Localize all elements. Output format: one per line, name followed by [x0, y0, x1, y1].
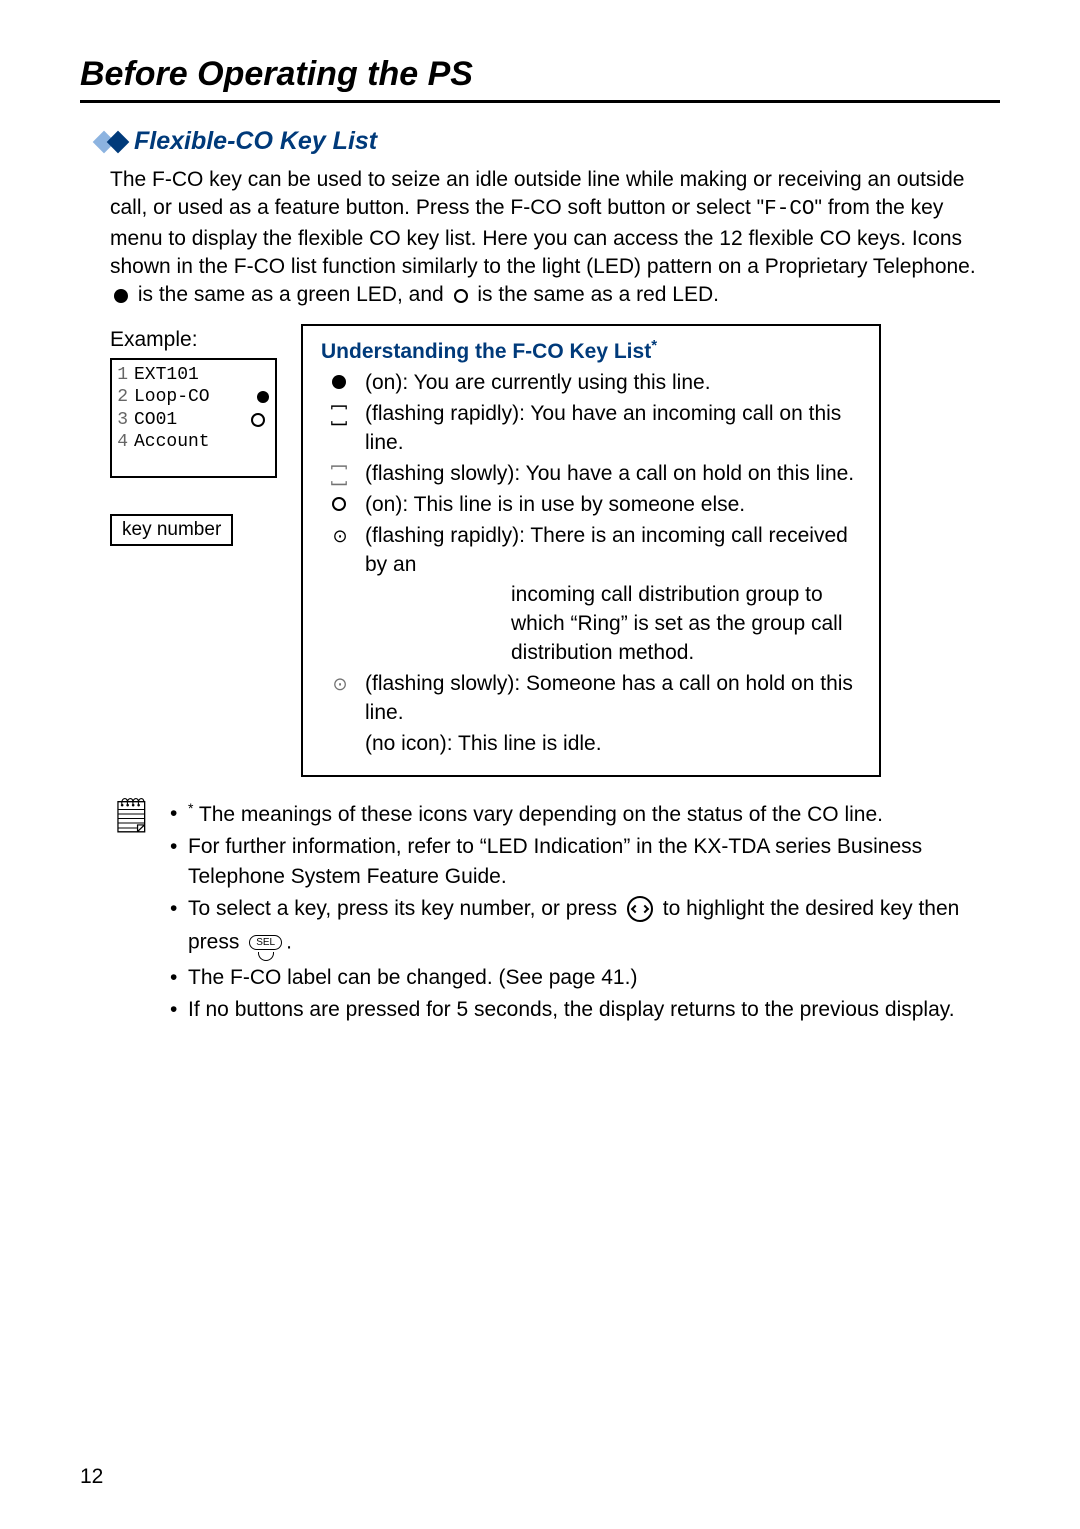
- key-label: Account: [134, 431, 210, 454]
- key-number-callout: key number: [110, 514, 233, 546]
- flashing-hollow-led-icon: [247, 413, 269, 427]
- filled-led-flashing-slow-icon: ꙱: [321, 463, 357, 484]
- legend-item: ⊙ (flashing slowly): Someone has a call …: [321, 670, 861, 728]
- legend-text: (flashing rapidly): You have an incoming…: [365, 400, 861, 458]
- intro-text: is the same as a green LED, and: [132, 283, 450, 306]
- lcd-row: 2 Loop-CO: [114, 386, 269, 409]
- key-number: 4: [114, 431, 128, 454]
- sel-button-label: SEL: [249, 935, 282, 950]
- legend-text: (no icon): This line is idle.: [365, 730, 861, 759]
- legend-text: (flashing slowly): You have a call on ho…: [365, 460, 861, 489]
- intro-paragraph: The F-CO key can be used to seize an idl…: [110, 166, 1000, 310]
- key-label: Loop-CO: [134, 386, 210, 409]
- legend-title: Understanding the F-CO Key List: [321, 340, 651, 363]
- legend-box: Understanding the F-CO Key List* (on): Y…: [301, 324, 881, 778]
- legend-text: incoming call distribution group to whic…: [321, 581, 861, 668]
- key-label: CO01: [134, 409, 177, 432]
- example-and-legend-row: Example: 1 EXT101 2 Loop-CO 3 CO01 4: [110, 324, 1000, 778]
- diamond-icon: [107, 130, 130, 153]
- legend-item: ꙱ (flashing slowly): You have a call on …: [321, 460, 861, 489]
- mono-text: F-CO: [764, 198, 814, 221]
- lcd-row: 1 EXT101: [114, 364, 269, 387]
- example-label: Example:: [110, 328, 277, 352]
- legend-text: (on): You are currently using this line.: [365, 369, 861, 398]
- legend-item: (on): You are currently using this line.: [321, 369, 861, 398]
- asterisk-icon: *: [651, 337, 657, 354]
- filled-led-icon: [257, 391, 269, 403]
- key-number: 3: [114, 409, 128, 432]
- note-text: For further information, refer to “LED I…: [188, 835, 922, 888]
- intro-text: is the same as a red LED.: [472, 283, 719, 306]
- key-number: 1: [114, 364, 128, 387]
- note-item: The F-CO label can be changed. (See page…: [170, 963, 1000, 993]
- hollow-led-icon: [321, 494, 357, 515]
- page-number: 12: [80, 1465, 103, 1489]
- legend-item: (no icon): This line is idle.: [321, 730, 861, 759]
- key-number: 2: [114, 386, 128, 409]
- legend-item: ⊙ (flashing rapidly): There is an incomi…: [321, 522, 861, 580]
- document-page: Before Operating the PS Flexible-CO Key …: [0, 0, 1080, 1529]
- joystick-icon: [627, 896, 653, 922]
- legend-text: (flashing rapidly): There is an incoming…: [365, 522, 861, 580]
- note-text: To select a key, press its key number, o…: [188, 897, 623, 920]
- sel-button-icon: SEL: [249, 924, 282, 962]
- example-column: Example: 1 EXT101 2 Loop-CO 3 CO01 4: [110, 324, 277, 546]
- note-text: The meanings of these icons vary dependi…: [193, 803, 883, 826]
- filled-led-icon: [321, 372, 357, 393]
- legend-text: (on): This line is in use by someone els…: [365, 491, 861, 520]
- filled-led-icon: [114, 289, 128, 303]
- legend-item-continuation: incoming call distribution group to whic…: [321, 581, 861, 668]
- note-item: If no buttons are pressed for 5 seconds,…: [170, 995, 1000, 1025]
- note-item: To select a key, press its key number, o…: [170, 894, 1000, 962]
- note-item: For further information, refer to “LED I…: [170, 832, 1000, 892]
- note-item: * The meanings of these icons vary depen…: [170, 799, 1000, 830]
- lcd-example-box: 1 EXT101 2 Loop-CO 3 CO01 4 Account: [110, 358, 277, 478]
- notepad-icon: 🗒: [110, 799, 150, 833]
- lcd-row: 3 CO01: [114, 409, 269, 432]
- page-title: Before Operating the PS: [80, 55, 1000, 103]
- note-text: The F-CO label can be changed. (See page…: [188, 966, 637, 989]
- legend-title-row: Understanding the F-CO Key List*: [321, 336, 861, 367]
- subsection-title: Flexible-CO Key List: [134, 127, 377, 156]
- lcd-row: 4 Account: [114, 431, 269, 454]
- legend-item: (on): This line is in use by someone els…: [321, 491, 861, 520]
- note-text: If no buttons are pressed for 5 seconds,…: [188, 998, 955, 1021]
- legend-text: (flashing slowly): Someone has a call on…: [365, 670, 861, 728]
- legend-item: ꙱ (flashing rapidly): You have an incomi…: [321, 400, 861, 458]
- note-text: .: [286, 930, 292, 953]
- notes-list: * The meanings of these icons vary depen…: [170, 797, 1000, 1027]
- key-label: EXT101: [134, 364, 199, 387]
- notes-section: 🗒 * The meanings of these icons vary dep…: [110, 797, 1000, 1027]
- hollow-led-flashing-slow-icon: ⊙: [321, 673, 357, 694]
- hollow-led-flashing-rapid-icon: ⊙: [321, 525, 357, 546]
- hollow-led-icon: [454, 289, 468, 303]
- subsection-heading-row: Flexible-CO Key List: [96, 127, 1000, 156]
- filled-led-flashing-rapid-icon: ꙱: [321, 403, 357, 424]
